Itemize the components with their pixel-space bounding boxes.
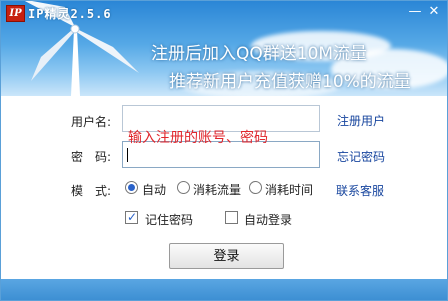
login-button[interactable]: 登录 bbox=[169, 243, 284, 269]
banner-slogan: 注册后加入QQ群送10M流量 bbox=[151, 44, 368, 64]
password-label: 密 码: bbox=[71, 150, 112, 164]
bottom-bar bbox=[1, 279, 447, 300]
minimize-button[interactable]: — bbox=[406, 5, 424, 19]
login-window: IP IP精灵2.5.6 — ✕ 注册后加入QQ群送10M流量 推荐新用户充值获… bbox=[0, 0, 448, 301]
forgot-password-link[interactable]: 忘记密码 bbox=[337, 148, 385, 165]
mode-traffic-radio[interactable] bbox=[177, 181, 190, 194]
close-button[interactable]: ✕ bbox=[425, 5, 443, 19]
auto-login-label[interactable]: 自动登录 bbox=[244, 211, 292, 228]
mode-traffic-label[interactable]: 消耗流量 bbox=[193, 181, 241, 198]
mode-auto-label[interactable]: 自动 bbox=[142, 181, 166, 198]
text-caret bbox=[127, 148, 128, 162]
username-label: 用户名: bbox=[71, 115, 112, 129]
window-title: IP精灵2.5.6 bbox=[28, 7, 112, 21]
mode-time-label[interactable]: 消耗时间 bbox=[265, 181, 313, 198]
input-hint: 输入注册的账号、密码 bbox=[128, 130, 268, 146]
check-icon: ✓ bbox=[127, 210, 138, 224]
remember-password-checkbox[interactable]: ✓ bbox=[125, 210, 138, 224]
auto-login-checkbox[interactable] bbox=[225, 211, 238, 224]
support-link[interactable]: 联系客服 bbox=[336, 182, 384, 199]
remember-password-label[interactable]: 记住密码 bbox=[145, 211, 193, 228]
mode-auto-radio[interactable] bbox=[125, 181, 138, 194]
banner: IP IP精灵2.5.6 — ✕ 注册后加入QQ群送10M流量 推荐新用户充值获… bbox=[1, 1, 447, 96]
app-logo: IP bbox=[6, 5, 25, 22]
mode-time-radio[interactable] bbox=[249, 181, 262, 194]
title-bar[interactable]: IP IP精灵2.5.6 — ✕ bbox=[1, 1, 447, 25]
register-link[interactable]: 注册用户 bbox=[337, 112, 385, 129]
banner-slogan: 推荐新用户充值获赠10%的流量 bbox=[169, 72, 411, 92]
mode-label: 模 式: bbox=[71, 184, 112, 198]
